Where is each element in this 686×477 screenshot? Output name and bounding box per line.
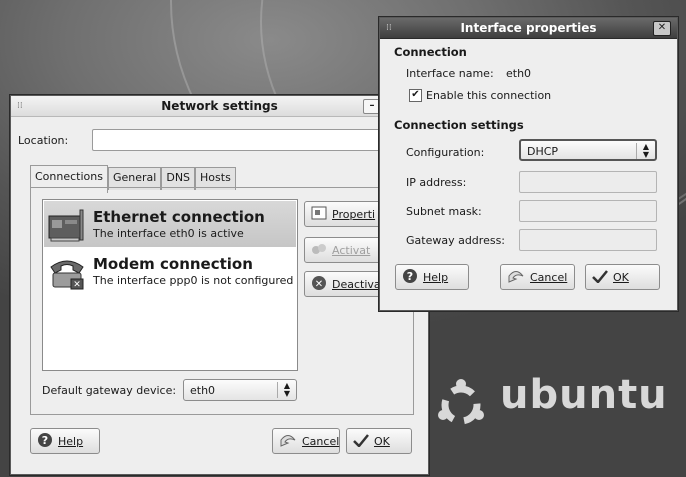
configuration-select[interactable]: DHCP ▲ ▼	[519, 139, 657, 161]
connection-title: Modem connection	[93, 255, 253, 273]
interface-name-label: Interface name:	[406, 67, 494, 80]
network-window-titlebar[interactable]: ⁞⁞ Network settings –	[11, 96, 428, 117]
window-title: Interface properties	[460, 21, 597, 35]
gateway-device-select[interactable]: eth0 ▲ ▼	[183, 379, 297, 401]
close-button[interactable]: ✕	[653, 21, 671, 36]
section-connection: Connection	[394, 45, 467, 59]
cancel-label: Cancel	[530, 270, 568, 284]
svg-text:✕: ✕	[315, 279, 323, 290]
interface-name-value: eth0	[506, 67, 532, 80]
help-label: Help	[58, 434, 84, 448]
ip-address-input[interactable]	[519, 171, 657, 193]
configuration-label: Configuration:	[406, 146, 485, 159]
undo-arrow-icon	[279, 433, 297, 450]
cancel-button[interactable]: Cancel	[272, 428, 340, 454]
deactivate-icon: ✕	[311, 275, 327, 294]
settings-tabs: Connections General DNS Hosts	[30, 165, 236, 193]
svg-text:?: ?	[42, 434, 48, 447]
activate-button[interactable]: Activat	[304, 237, 384, 263]
deactivate-button[interactable]: ✕ Deactiva	[304, 271, 384, 297]
enable-connection-label: Enable this connection	[426, 89, 552, 102]
connection-status: The interface eth0 is active	[93, 227, 244, 240]
help-button[interactable]: ? Help	[395, 264, 469, 290]
properties-window-titlebar[interactable]: ⁞⁞ Interface properties ✕	[380, 18, 677, 39]
ip-address-label: IP address:	[406, 176, 467, 189]
check-mark-icon	[353, 433, 369, 450]
ubuntu-wordmark: ubuntu	[500, 372, 668, 418]
help-button[interactable]: ? Help	[30, 428, 100, 454]
spin-arrows-icon: ▲ ▼	[636, 143, 655, 159]
ubuntu-logo-icon	[438, 379, 484, 425]
check-mark-icon	[592, 269, 608, 286]
modem-phone-icon: ✕	[50, 260, 84, 290]
subnet-mask-label: Subnet mask:	[406, 205, 482, 218]
undo-arrow-icon	[507, 269, 525, 286]
ok-button[interactable]: OK	[346, 428, 412, 454]
spin-arrows-icon: ▲ ▼	[277, 382, 296, 398]
help-icon: ?	[37, 432, 53, 451]
ok-label: OK	[613, 270, 629, 284]
enable-connection-checkbox[interactable]: ✔	[409, 89, 422, 102]
list-item-modem[interactable]: ✕ Modem connection The interface ppp0 is…	[44, 248, 296, 294]
activate-label: Activat	[332, 243, 371, 257]
ok-button[interactable]: OK	[585, 264, 660, 290]
subnet-mask-input[interactable]	[519, 200, 657, 222]
gateway-address-label: Gateway address:	[406, 234, 506, 247]
deactivate-label: Deactiva	[332, 277, 381, 291]
properties-label: Properti	[332, 207, 376, 221]
location-label: Location:	[18, 134, 69, 147]
cancel-label: Cancel	[302, 434, 340, 448]
activate-icon	[311, 242, 327, 259]
list-item-ethernet[interactable]: Ethernet connection The interface eth0 i…	[44, 201, 296, 247]
connections-list[interactable]: Ethernet connection The interface eth0 i…	[42, 199, 298, 371]
connection-title: Ethernet connection	[93, 208, 265, 226]
help-label: Help	[423, 270, 449, 284]
gateway-address-input[interactable]	[519, 229, 657, 251]
help-icon: ?	[402, 268, 418, 287]
ok-label: OK	[374, 434, 390, 448]
properties-button[interactable]: Properti	[304, 201, 384, 227]
gateway-device-label: Default gateway device:	[42, 384, 177, 397]
location-combo[interactable]	[92, 129, 422, 151]
gateway-device-value: eth0	[190, 384, 216, 397]
cancel-button[interactable]: Cancel	[500, 264, 575, 290]
properties-icon	[311, 206, 327, 223]
connection-status: The interface ppp0 is not configured	[93, 274, 294, 287]
configuration-value: DHCP	[527, 145, 559, 158]
section-connection-settings: Connection settings	[394, 118, 524, 132]
ethernet-card-icon	[48, 209, 84, 242]
svg-text:✕: ✕	[73, 280, 81, 290]
svg-text:?: ?	[407, 270, 413, 283]
